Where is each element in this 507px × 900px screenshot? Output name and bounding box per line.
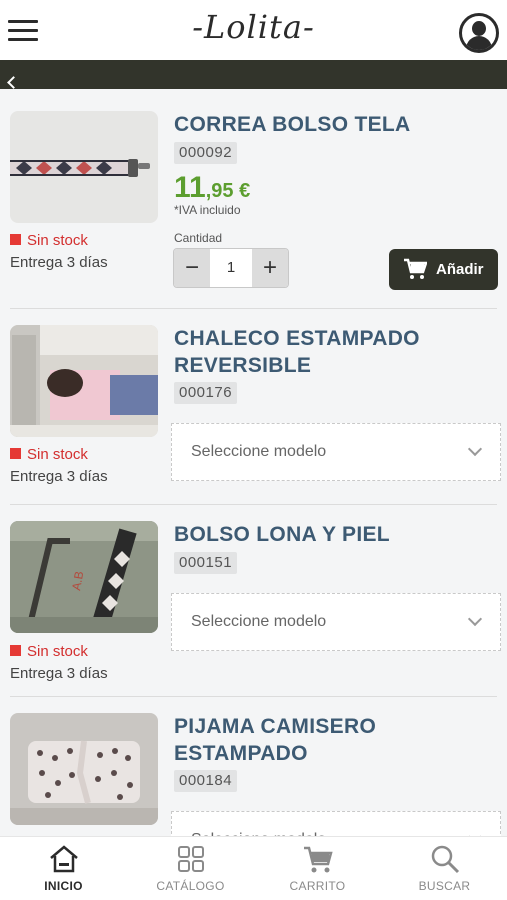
product-price: 11,95 € [174,171,250,205]
chevron-down-icon [467,441,483,457]
product-code: 000176 [174,382,238,404]
divider [10,696,497,697]
tax-note: *IVA incluido [174,203,241,217]
nav-catalogo[interactable]: CATÁLOGO [127,837,254,900]
stock-status: Sin stock [10,232,88,249]
quantity-label: Cantidad [174,231,223,245]
model-select[interactable]: Seleccione modelo [171,593,501,651]
model-select-placeholder: Seleccione modelo [191,443,327,460]
search-icon [431,845,459,874]
out-of-stock-icon [10,234,21,245]
out-of-stock-icon [10,645,21,656]
brand-logo[interactable]: -Lolita- [0,8,507,46]
model-select[interactable]: Seleccione modelo [171,811,501,836]
cart-icon [303,846,333,873]
user-account-icon[interactable] [459,13,499,53]
product-title[interactable]: CHALECO ESTAMPADO REVERSIBLE [174,325,494,379]
nav-label: CARRITO [289,879,346,893]
model-select[interactable]: Seleccione modelo [171,423,501,481]
increase-quantity-button[interactable]: + [252,249,288,287]
delivery-time: Entrega 3 días [10,665,108,682]
add-to-cart-label: Añadir [436,261,484,278]
nav-label: BUSCAR [418,879,471,893]
bottom-navigation: INICIO CATÁLOGO CARRITO BUSCAR [0,836,507,900]
grid-icon [177,846,204,872]
stock-status: Sin stock [10,446,88,463]
price-decimal: ,95 € [205,180,251,202]
chevron-down-icon [467,611,483,627]
nav-label: CATÁLOGO [156,879,225,893]
stock-status-label: Sin stock [27,446,88,463]
back-arrow-icon[interactable] [7,76,20,89]
add-to-cart-button[interactable]: Añadir [389,249,498,290]
product-list[interactable]: Sin stock Entrega 3 días CORREA BOLSO TE… [0,89,507,836]
quantity-stepper: − 1 + [173,248,289,288]
product-title[interactable]: BOLSO LONA Y PIEL [174,521,494,548]
delivery-time: Entrega 3 días [10,254,108,271]
model-select-placeholder: Seleccione modelo [191,613,327,630]
product-code: 000092 [174,142,238,164]
product-image-chaleco[interactable] [10,325,158,437]
divider [10,308,497,309]
sub-navigation-bar [0,60,507,89]
product-image-correa[interactable] [10,111,158,223]
product-image-pijama[interactable] [10,713,158,825]
product-title[interactable]: CORREA BOLSO TELA [174,111,494,138]
nav-carrito[interactable]: CARRITO [254,837,381,900]
model-select-placeholder: Seleccione modelo [191,812,326,836]
nav-buscar[interactable]: BUSCAR [381,837,507,900]
nav-inicio[interactable]: INICIO [0,837,127,900]
price-integer: 11 [174,171,206,204]
app-header: -Lolita- [0,0,507,60]
stock-status: Sin stock [10,643,88,660]
product-title[interactable]: PIJAMA CAMISERO ESTAMPADO [174,713,494,767]
quantity-input[interactable]: 1 [210,249,252,287]
nav-label: INICIO [44,879,83,893]
product-code: 000184 [174,770,238,792]
stock-status-label: Sin stock [27,232,88,249]
home-icon [49,845,78,873]
cart-icon [404,258,427,279]
product-image-bolso[interactable]: A.B [10,521,158,633]
delivery-time: Entrega 3 días [10,468,108,485]
stock-status-label: Sin stock [27,643,88,660]
decrease-quantity-button[interactable]: − [174,249,210,287]
product-code: 000151 [174,552,238,574]
divider [10,504,497,505]
out-of-stock-icon [10,448,21,459]
